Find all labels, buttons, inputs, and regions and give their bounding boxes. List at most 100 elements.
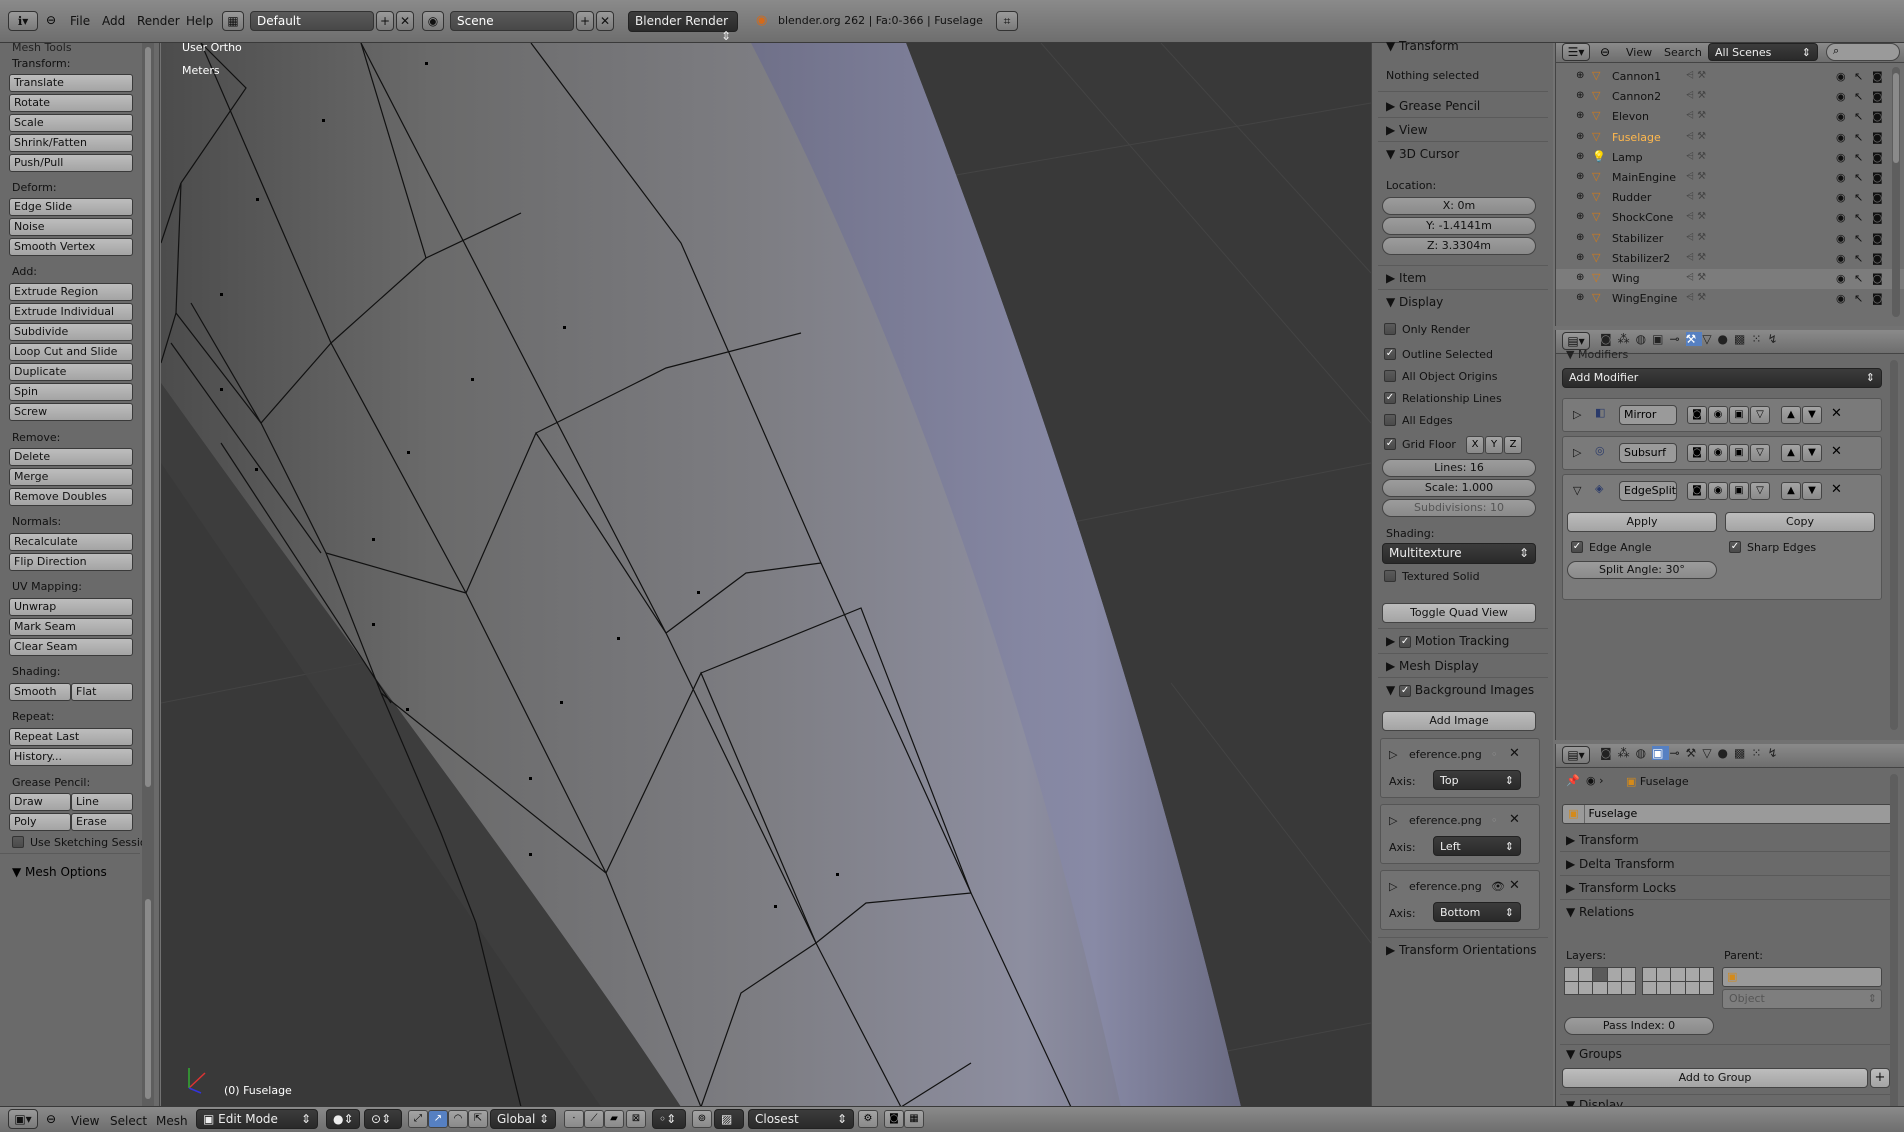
copy-button[interactable]: Copy (1725, 512, 1875, 532)
expand-icon[interactable]: ▷ (1573, 408, 1581, 421)
eye-icon[interactable]: ◉ (1836, 171, 1846, 184)
toolshelf-scrollbar[interactable] (142, 43, 154, 1107)
extrude-region-button[interactable]: Extrude Region (9, 283, 133, 301)
outliner-scrollbar[interactable] (1892, 67, 1900, 317)
layer-cell[interactable] (1607, 981, 1621, 994)
cursor-select-icon[interactable]: ↖ (1854, 252, 1863, 265)
parent-type-select[interactable]: Object ⇕ (1722, 989, 1882, 1009)
close-icon[interactable]: ✕ (1831, 482, 1842, 497)
repeat-last-button[interactable]: Repeat Last (9, 728, 133, 746)
layer-grid-right[interactable] (1642, 967, 1714, 995)
eye-icon[interactable]: ◉ (1836, 232, 1846, 245)
axis-z-toggle[interactable]: Z (1504, 436, 1522, 454)
menu-help[interactable]: Help (186, 14, 213, 28)
modifier-wrench-icon[interactable]: ⩤ ⚒ (1686, 151, 1706, 162)
layer-cell[interactable] (1685, 968, 1699, 981)
outliner-row[interactable]: ⊕ ▽ Stabilizer2 ⩤ ⚒ ◉ ↖ ◙ (1556, 249, 1904, 269)
modifier-name-field[interactable]: EdgeSplit (1619, 481, 1677, 501)
properties-editor-icon[interactable]: ▤▾ (1562, 746, 1590, 764)
outliner-row[interactable]: ⊕ ▽ Fuselage ⩤ ⚒ ◉ ↖ ◙ (1556, 128, 1904, 148)
rotate-button[interactable]: Rotate (9, 94, 133, 112)
panel-transform[interactable]: ▶ Transform (1566, 833, 1639, 847)
add-group-plus-button[interactable]: + (1870, 1068, 1890, 1088)
panel-transform[interactable]: ▼ Transform (1386, 39, 1459, 53)
outliner-item-label[interactable]: MainEngine (1612, 171, 1676, 184)
editor-type-icon[interactable]: ℹ▾ (8, 11, 38, 31)
menu-mesh[interactable]: Mesh (156, 1114, 188, 1128)
edge-angle-checkbox[interactable]: ✓ (1571, 541, 1583, 553)
layer-cell[interactable] (1699, 968, 1713, 981)
layer-cell[interactable] (1657, 968, 1671, 981)
expand-plus-icon[interactable]: ⊕ (1576, 292, 1584, 303)
collapse-icon[interactable]: ⊖ (46, 13, 56, 27)
expand-plus-icon[interactable]: ⊕ (1576, 131, 1584, 142)
render-camera-icon[interactable]: ◙ (1872, 232, 1883, 245)
close-icon[interactable]: ✕ (1509, 812, 1520, 827)
material-icon[interactable]: ● (1718, 332, 1734, 346)
toggle-quad-view-button[interactable]: Toggle Quad View (1382, 603, 1536, 623)
eye-icon[interactable]: 👁 (1491, 880, 1505, 893)
layer-cell[interactable] (1643, 981, 1657, 994)
cursor-select-icon[interactable]: ↖ (1854, 232, 1863, 245)
grid-floor-checkbox[interactable]: ✓ (1384, 438, 1396, 450)
outliner-item-label[interactable]: Fuselage (1612, 131, 1661, 144)
merge-button[interactable]: Merge (9, 468, 133, 486)
opengl-render-icon[interactable]: ◙ (884, 1110, 904, 1128)
close-icon[interactable]: ✕ (1831, 406, 1842, 421)
render-camera-icon[interactable]: ◙ (1872, 171, 1883, 184)
remove-layout-icon[interactable]: ✕ (396, 11, 414, 31)
orientation-select[interactable]: Global ⇕ (490, 1109, 556, 1129)
apply-button[interactable]: Apply (1567, 512, 1717, 532)
outliner-menu-view[interactable]: View (1626, 46, 1652, 59)
modifier-wrench-icon[interactable]: ⚒ (1686, 746, 1703, 760)
axis-x-toggle[interactable]: X (1466, 436, 1484, 454)
modifier-name-field[interactable]: Subsurf (1619, 443, 1677, 463)
outliner-editor-icon[interactable]: ☰▾ (1562, 43, 1590, 61)
expand-icon[interactable]: ▷ (1389, 748, 1397, 761)
layers-icon[interactable]: ⁂ (1618, 332, 1636, 346)
manipulator-toggle-icon[interactable]: ⤢ (408, 1110, 428, 1128)
add-layout-icon[interactable]: + (376, 11, 394, 31)
scroll-thumb-lower[interactable] (145, 899, 151, 1099)
move-down-icon[interactable]: ▼ (1802, 482, 1822, 500)
grease-erase-button[interactable]: Erase (71, 813, 133, 831)
face-select-icon[interactable]: ▰ (604, 1110, 624, 1128)
subdivide-button[interactable]: Subdivide (9, 323, 133, 341)
expand-plus-icon[interactable]: ⊕ (1576, 211, 1584, 222)
shading-select[interactable]: Multitexture ⇕ (1382, 543, 1536, 564)
menu-select[interactable]: Select (110, 1114, 147, 1128)
camera-icon[interactable]: ◙ (1600, 746, 1618, 760)
3d-viewport[interactable]: User Ortho Meters (0) Fuselage (161, 43, 1371, 1107)
panel-transform-locks[interactable]: ▶ Transform Locks (1566, 881, 1676, 895)
panel-groups[interactable]: ▼ Groups (1566, 1047, 1622, 1061)
modifier-wrench-icon[interactable]: ⩤ ⚒ (1686, 131, 1706, 142)
physics-icon[interactable]: ↯ (1767, 332, 1783, 346)
grease-poly-button[interactable]: Poly (9, 813, 71, 831)
collapse-icon[interactable]: ⊖ (46, 1112, 56, 1126)
modifier-wrench-icon[interactable]: ⩤ ⚒ (1686, 70, 1706, 81)
render-camera-icon[interactable]: ◙ (1872, 272, 1883, 285)
mesh-canvas[interactable] (161, 43, 1371, 1107)
outliner-filter-select[interactable]: All Scenes ⇕ (1708, 43, 1818, 61)
layer-cell[interactable] (1685, 981, 1699, 994)
menu-view[interactable]: View (71, 1114, 99, 1128)
expand-plus-icon[interactable]: ⊕ (1576, 110, 1584, 121)
push-pull-button[interactable]: Push/Pull (9, 154, 133, 172)
expand-plus-icon[interactable]: ⊕ (1576, 232, 1584, 243)
recalculate-button[interactable]: Recalculate (9, 533, 133, 551)
panel-display[interactable]: ▼ Display (1386, 295, 1443, 309)
outliner-row[interactable]: ⊕ ▽ Wing ⩤ ⚒ ◉ ↖ ◙ (1556, 269, 1904, 289)
move-up-icon[interactable]: ▲ (1781, 444, 1801, 462)
render-camera-icon[interactable]: ◙ (1872, 292, 1883, 305)
grease-draw-button[interactable]: Draw (9, 793, 71, 811)
axis-select[interactable]: Left ⇕ (1433, 836, 1521, 856)
cursor-z-field[interactable]: Z: 3.3304m (1382, 237, 1536, 255)
expand-plus-icon[interactable]: ⊕ (1576, 171, 1584, 182)
texture-icon[interactable]: ▩ (1734, 332, 1751, 346)
eye-icon[interactable]: ◉ (1836, 252, 1846, 265)
outliner-item-label[interactable]: Cannon2 (1612, 90, 1661, 103)
proportional-edit-select[interactable]: ◦⇕ (652, 1109, 686, 1129)
layer-cell[interactable] (1643, 968, 1657, 981)
snap-toggle-icon[interactable]: ⊚ (692, 1110, 712, 1128)
eye-icon[interactable]: ◉ (1836, 90, 1846, 103)
